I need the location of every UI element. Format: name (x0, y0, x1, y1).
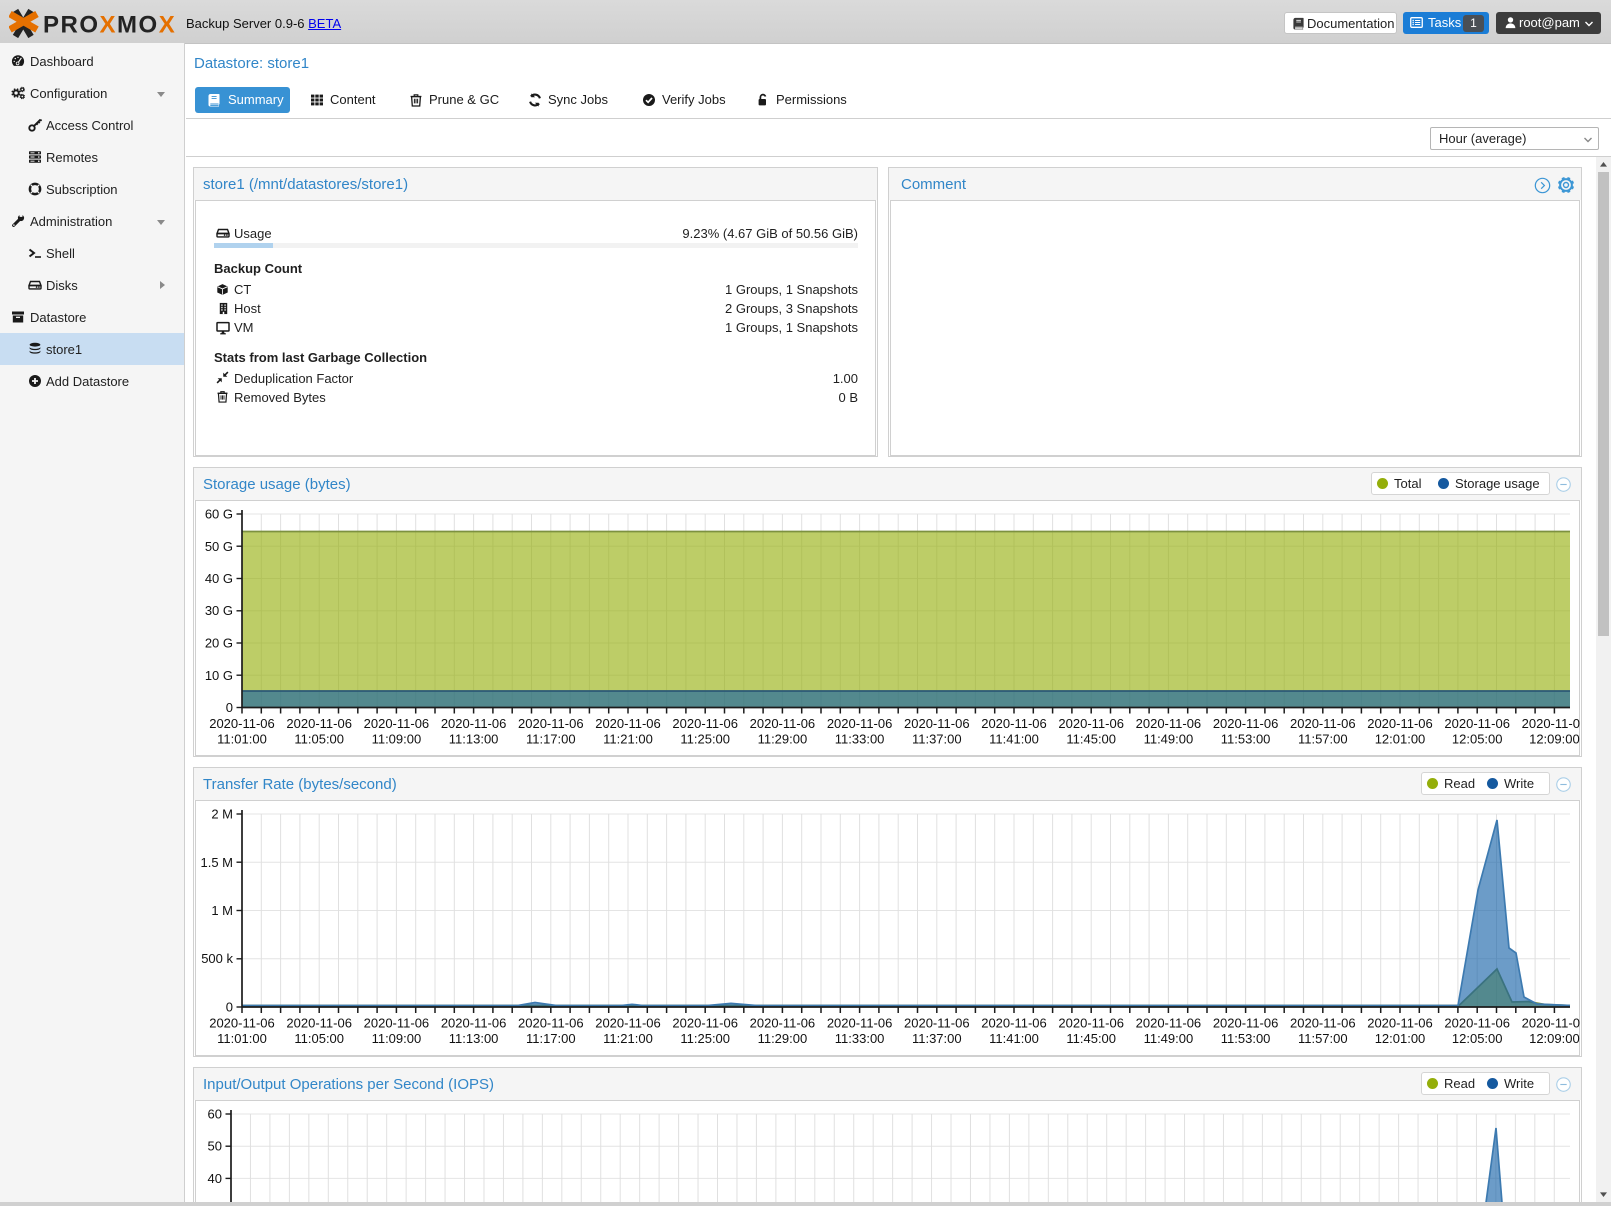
svg-text:11:53:00: 11:53:00 (1221, 1031, 1271, 1046)
svg-text:40: 40 (208, 1171, 222, 1186)
svg-text:2020-11-06: 2020-11-06 (595, 1016, 661, 1031)
svg-text:PROXMOX: PROXMOX (43, 12, 176, 39)
svg-text:2020-11-06: 2020-11-06 (1522, 716, 1580, 731)
svg-text:11:05:00: 11:05:00 (294, 732, 344, 747)
svg-text:11:45:00: 11:45:00 (1066, 1031, 1116, 1046)
svg-text:2020-11-06: 2020-11-06 (364, 1016, 430, 1031)
svg-text:60 G: 60 G (205, 507, 233, 522)
svg-text:20 G: 20 G (205, 636, 233, 651)
svg-text:11:57:00: 11:57:00 (1298, 1031, 1348, 1046)
svg-text:11:49:00: 11:49:00 (1144, 1031, 1194, 1046)
svg-text:12:01:00: 12:01:00 (1375, 1031, 1426, 1046)
svg-text:0: 0 (226, 1000, 233, 1015)
svg-text:2 M: 2 M (211, 807, 233, 822)
svg-text:2020-11-06: 2020-11-06 (750, 716, 816, 731)
svg-text:11:21:00: 11:21:00 (603, 1031, 653, 1046)
svg-text:11:29:00: 11:29:00 (758, 1031, 808, 1046)
svg-text:500 k: 500 k (201, 951, 233, 966)
svg-text:11:21:00: 11:21:00 (603, 732, 653, 747)
svg-text:2020-11-06: 2020-11-06 (1136, 1016, 1202, 1031)
svg-text:11:29:00: 11:29:00 (758, 732, 808, 747)
svg-text:50: 50 (208, 1139, 222, 1154)
svg-text:11:53:00: 11:53:00 (1221, 732, 1271, 747)
svg-text:11:09:00: 11:09:00 (372, 1031, 422, 1046)
svg-text:2020-11-06: 2020-11-06 (1136, 716, 1202, 731)
svg-text:2020-11-06: 2020-11-06 (1213, 716, 1279, 731)
svg-text:11:17:00: 11:17:00 (526, 1031, 576, 1046)
svg-text:2020-11-06: 2020-11-06 (1290, 716, 1356, 731)
svg-text:11:33:00: 11:33:00 (835, 1031, 885, 1046)
svg-text:10 G: 10 G (205, 668, 233, 683)
svg-text:2020-11-06: 2020-11-06 (1367, 1016, 1433, 1031)
svg-text:12:09:00: 12:09:00 (1529, 732, 1580, 747)
svg-text:2020-11-06: 2020-11-06 (827, 716, 893, 731)
svg-text:12:01:00: 12:01:00 (1375, 732, 1426, 747)
svg-text:2020-11-06: 2020-11-06 (209, 1016, 275, 1031)
svg-text:1 M: 1 M (211, 903, 233, 918)
svg-text:60: 60 (208, 1107, 222, 1122)
svg-text:2020-11-06: 2020-11-06 (981, 1016, 1047, 1031)
svg-text:2020-11-06: 2020-11-06 (672, 1016, 738, 1031)
svg-text:40 G: 40 G (205, 571, 233, 586)
svg-text:11:37:00: 11:37:00 (912, 732, 962, 747)
svg-text:2020-11-06: 2020-11-06 (209, 716, 275, 731)
svg-text:1.5 M: 1.5 M (200, 855, 233, 870)
svg-text:11:09:00: 11:09:00 (372, 732, 422, 747)
svg-text:2020-11-06: 2020-11-06 (518, 716, 584, 731)
svg-text:11:41:00: 11:41:00 (989, 1031, 1039, 1046)
svg-text:11:25:00: 11:25:00 (680, 732, 730, 747)
svg-text:2020-11-06: 2020-11-06 (518, 1016, 584, 1031)
svg-text:2020-11-06: 2020-11-06 (441, 1016, 507, 1031)
svg-text:2020-11-06: 2020-11-06 (364, 716, 430, 731)
svg-text:2020-11-06: 2020-11-06 (904, 716, 970, 731)
svg-text:50 G: 50 G (205, 539, 233, 554)
svg-text:30 G: 30 G (205, 603, 233, 618)
svg-text:2020-11-06: 2020-11-06 (595, 716, 661, 731)
svg-text:2020-11-06: 2020-11-06 (1522, 1016, 1580, 1031)
svg-text:2020-11-06: 2020-11-06 (904, 1016, 970, 1031)
svg-text:11:01:00: 11:01:00 (217, 732, 267, 747)
svg-text:2020-11-06: 2020-11-06 (672, 716, 738, 731)
svg-text:2020-11-06: 2020-11-06 (1444, 716, 1510, 731)
svg-text:11:05:00: 11:05:00 (294, 1031, 344, 1046)
svg-text:11:41:00: 11:41:00 (989, 732, 1039, 747)
svg-text:11:33:00: 11:33:00 (835, 732, 885, 747)
svg-text:2020-11-06: 2020-11-06 (1058, 1016, 1124, 1031)
svg-text:11:57:00: 11:57:00 (1298, 732, 1348, 747)
svg-text:2020-11-06: 2020-11-06 (1058, 716, 1124, 731)
svg-text:2020-11-06: 2020-11-06 (441, 716, 507, 731)
svg-text:2020-11-06: 2020-11-06 (1444, 1016, 1510, 1031)
svg-text:2020-11-06: 2020-11-06 (981, 716, 1047, 731)
svg-text:11:37:00: 11:37:00 (912, 1031, 962, 1046)
svg-text:2020-11-06: 2020-11-06 (827, 1016, 893, 1031)
svg-text:2020-11-06: 2020-11-06 (750, 1016, 816, 1031)
svg-text:2020-11-06: 2020-11-06 (1290, 1016, 1356, 1031)
svg-text:0: 0 (226, 700, 233, 715)
svg-text:12:05:00: 12:05:00 (1452, 1031, 1503, 1046)
svg-text:2020-11-06: 2020-11-06 (1367, 716, 1433, 731)
svg-text:11:49:00: 11:49:00 (1144, 732, 1194, 747)
svg-text:11:45:00: 11:45:00 (1066, 732, 1116, 747)
svg-text:12:05:00: 12:05:00 (1452, 732, 1503, 747)
svg-text:2020-11-06: 2020-11-06 (286, 1016, 352, 1031)
svg-text:12:09:00: 12:09:00 (1529, 1031, 1580, 1046)
svg-text:11:13:00: 11:13:00 (449, 732, 499, 747)
svg-text:2020-11-06: 2020-11-06 (1213, 1016, 1279, 1031)
svg-text:2020-11-06: 2020-11-06 (286, 716, 352, 731)
svg-text:11:01:00: 11:01:00 (217, 1031, 267, 1046)
svg-text:11:25:00: 11:25:00 (680, 1031, 730, 1046)
svg-text:11:17:00: 11:17:00 (526, 732, 576, 747)
svg-text:11:13:00: 11:13:00 (449, 1031, 499, 1046)
